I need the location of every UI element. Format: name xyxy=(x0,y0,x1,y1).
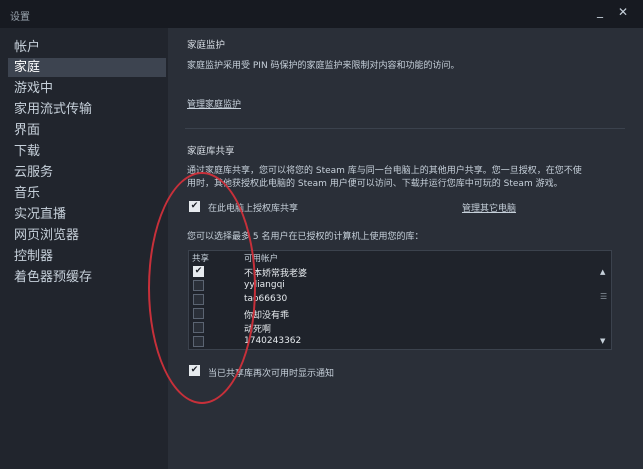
window-title: 设置 xyxy=(10,12,30,23)
sidebar-item-music[interactable]: 音乐 xyxy=(8,184,166,203)
section-divider xyxy=(185,128,625,129)
sidebar-item-family[interactable]: 家庭 xyxy=(8,58,166,77)
sidebar-item-controller[interactable]: 控制器 xyxy=(8,247,166,266)
sidebar-item-web-browser[interactable]: 网页浏览器 xyxy=(8,226,166,245)
family-view-description: 家庭监护采用受 PIN 码保护的家庭监护来限制对内容和功能的访问。 xyxy=(187,61,460,71)
sidebar-item-broadcasting[interactable]: 实况直播 xyxy=(8,205,166,224)
sidebar-item-cloud[interactable]: 云服务 xyxy=(8,163,166,182)
close-icon[interactable]: ✕ xyxy=(618,5,628,19)
sidebar-item-downloads[interactable]: 下载 xyxy=(8,142,166,161)
scroll-grip-icon[interactable]: ☰ xyxy=(600,292,607,301)
library-sharing-heading: 家庭库共享 xyxy=(187,146,235,157)
scroll-down-icon[interactable]: ▼ xyxy=(600,337,605,345)
scroll-up-icon[interactable]: ▲ xyxy=(600,268,605,276)
library-sharing-description-1: 通过家庭库共享，您可以将您的 Steam 库与同一台电脑上的其他用户共享。您一旦… xyxy=(187,166,582,176)
sidebar-item-remote-play[interactable]: 家用流式传输 xyxy=(8,100,166,119)
title-bar: 设置 _ ✕ xyxy=(0,0,643,28)
table-row-account-6: 1740243362 xyxy=(244,336,302,346)
minimize-icon[interactable]: _ xyxy=(597,4,603,18)
family-view-heading: 家庭监护 xyxy=(187,40,226,51)
sidebar-item-account[interactable]: 帐户 xyxy=(8,38,166,57)
library-sharing-description-2: 用时，其他获授权此电脑的 Steam 用户便可以访问、下载并运行您库中可玩的 S… xyxy=(187,179,563,189)
annotation-ellipse xyxy=(148,172,256,404)
manage-other-computers-link[interactable]: 管理其它电脑 xyxy=(462,201,516,214)
sidebar-item-in-game[interactable]: 游戏中 xyxy=(8,79,166,98)
sidebar-item-interface[interactable]: 界面 xyxy=(8,121,166,140)
settings-sidebar: 帐户 家庭 游戏中 家用流式传输 界面 下载 云服务 音乐 实况直播 网页浏览器… xyxy=(0,28,168,469)
manage-family-view-link[interactable]: 管理家庭监护 xyxy=(187,97,241,110)
table-scrollbar[interactable] xyxy=(598,264,610,348)
sidebar-item-shader-precache[interactable]: 着色器预缓存 xyxy=(8,268,166,287)
